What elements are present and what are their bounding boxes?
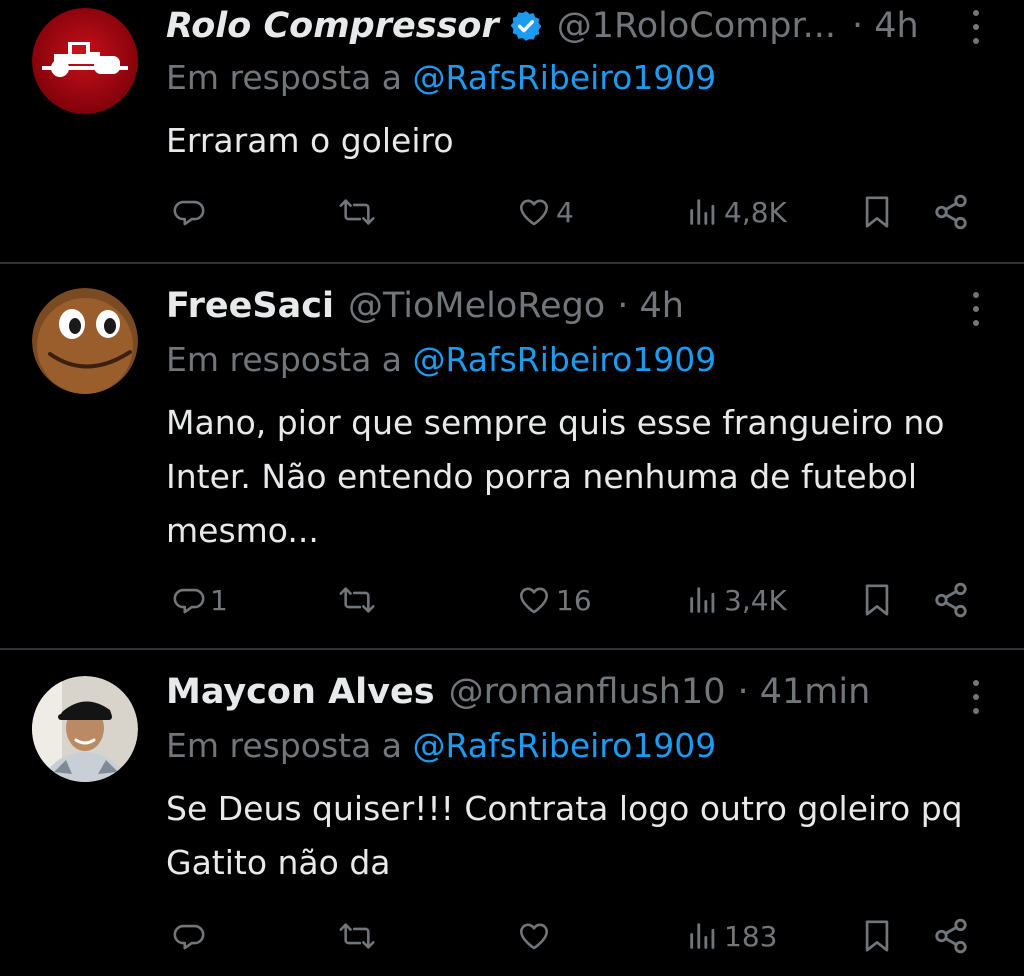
retweet-button[interactable]: [336, 914, 378, 958]
bookmark-button[interactable]: [860, 190, 894, 234]
author-handle[interactable]: @TioMeloRego: [348, 286, 605, 326]
heart-icon: [519, 199, 549, 226]
reply-button[interactable]: [172, 914, 210, 958]
more-options-icon[interactable]: [972, 680, 980, 714]
views-button[interactable]: 183: [686, 914, 777, 958]
bookmark-icon: [865, 920, 889, 952]
reply-prefix: Em resposta a: [166, 340, 413, 379]
tweet-header: Maycon Alves @romanflush10 · 41min: [166, 668, 870, 716]
speech-bubble-icon: [173, 588, 205, 614]
verified-badge-icon: [510, 11, 542, 41]
reply-context: Em resposta a @RafsRibeiro1909: [166, 726, 716, 765]
view-count: 3,4K: [724, 583, 787, 617]
bar-chart-icon: [690, 923, 715, 949]
reply-context: Em resposta a @RafsRibeiro1909: [166, 58, 716, 97]
view-count: 4,8K: [724, 195, 787, 229]
like-count: 4: [556, 195, 574, 229]
more-options-icon[interactable]: [972, 292, 980, 326]
views-button[interactable]: 3,4K: [686, 578, 787, 622]
like-button[interactable]: [516, 914, 556, 958]
more-options-icon[interactable]: [972, 10, 980, 44]
reply-prefix: Em resposta a: [166, 58, 413, 97]
share-nodes-icon: [935, 194, 967, 230]
reply-mention-link[interactable]: @RafsRibeiro1909: [413, 340, 717, 379]
share-nodes-icon: [935, 918, 967, 954]
tweet-header: FreeSaci @TioMeloRego · 4h: [166, 282, 684, 330]
bookmark-icon: [865, 584, 889, 616]
bookmark-icon: [865, 196, 889, 228]
avatar[interactable]: [32, 676, 138, 782]
heart-icon: [519, 923, 549, 950]
reply-mention-link[interactable]: @RafsRibeiro1909: [413, 58, 717, 97]
speech-bubble-icon: [173, 924, 205, 950]
retweet-arrows-icon: [339, 923, 375, 949]
retweet-arrows-icon: [339, 199, 375, 225]
view-count: 183: [724, 919, 778, 953]
tweet-header: Rolo Compressor @1RoloCompr... · 4h: [166, 2, 919, 50]
share-nodes-icon: [935, 582, 967, 618]
reply-context: Em resposta a @RafsRibeiro1909: [166, 340, 716, 379]
reply-button[interactable]: [172, 190, 210, 234]
share-button[interactable]: [932, 190, 970, 234]
share-button[interactable]: [932, 578, 970, 622]
retweet-button[interactable]: [336, 578, 378, 622]
tweet[interactable]: Maycon Alves @romanflush10 · 41min Em re…: [0, 650, 1024, 976]
bar-chart-icon: [690, 199, 715, 225]
tweet-time[interactable]: · 4h: [617, 286, 684, 326]
user-photo-avatar-icon: [32, 676, 138, 782]
like-button[interactable]: 4: [516, 190, 574, 234]
tweet-time[interactable]: · 41min: [738, 672, 871, 712]
avatar[interactable]: [32, 288, 138, 394]
speech-bubble-icon: [173, 200, 205, 226]
author-name[interactable]: Maycon Alves: [166, 672, 435, 712]
tweet[interactable]: FreeSaci @TioMeloRego · 4h Em resposta a…: [0, 264, 1024, 648]
like-button[interactable]: 16: [516, 578, 592, 622]
reply-count: 1: [210, 583, 228, 617]
reply-button[interactable]: 1: [172, 578, 228, 622]
retweet-button[interactable]: [336, 190, 378, 234]
saci-face-avatar-icon: [32, 288, 138, 394]
tweet-actions: 4 4,8K: [0, 190, 1024, 234]
reply-mention-link[interactable]: @RafsRibeiro1909: [413, 726, 717, 765]
tweet-actions: 183: [0, 914, 1024, 958]
retweet-arrows-icon: [339, 587, 375, 613]
bookmark-button[interactable]: [860, 914, 894, 958]
tweet-text: Se Deus quiser!!! Contrata logo outro go…: [166, 789, 963, 882]
tweet-actions: 1 16 3,4K: [0, 578, 1024, 622]
avatar[interactable]: [32, 8, 138, 114]
tweet-time[interactable]: · 4h: [852, 6, 919, 46]
like-count: 16: [556, 583, 592, 617]
author-handle[interactable]: @romanflush10: [449, 672, 726, 712]
share-button[interactable]: [932, 914, 970, 958]
author-name[interactable]: FreeSaci: [166, 286, 334, 326]
heart-icon: [519, 587, 549, 614]
tweet-text: Erraram o goleiro: [166, 121, 454, 160]
reply-prefix: Em resposta a: [166, 726, 413, 765]
tweet[interactable]: Rolo Compressor @1RoloCompr... · 4h Em r…: [0, 0, 1024, 262]
steamroller-logo-icon: [32, 8, 138, 114]
bookmark-button[interactable]: [860, 578, 894, 622]
bar-chart-icon: [690, 587, 715, 613]
tweet-text: Mano, pior que sempre quis esse franguei…: [166, 403, 945, 550]
author-name[interactable]: Rolo Compressor: [166, 6, 499, 46]
author-handle[interactable]: @1RoloCompr...: [557, 6, 836, 46]
views-button[interactable]: 4,8K: [686, 190, 787, 234]
